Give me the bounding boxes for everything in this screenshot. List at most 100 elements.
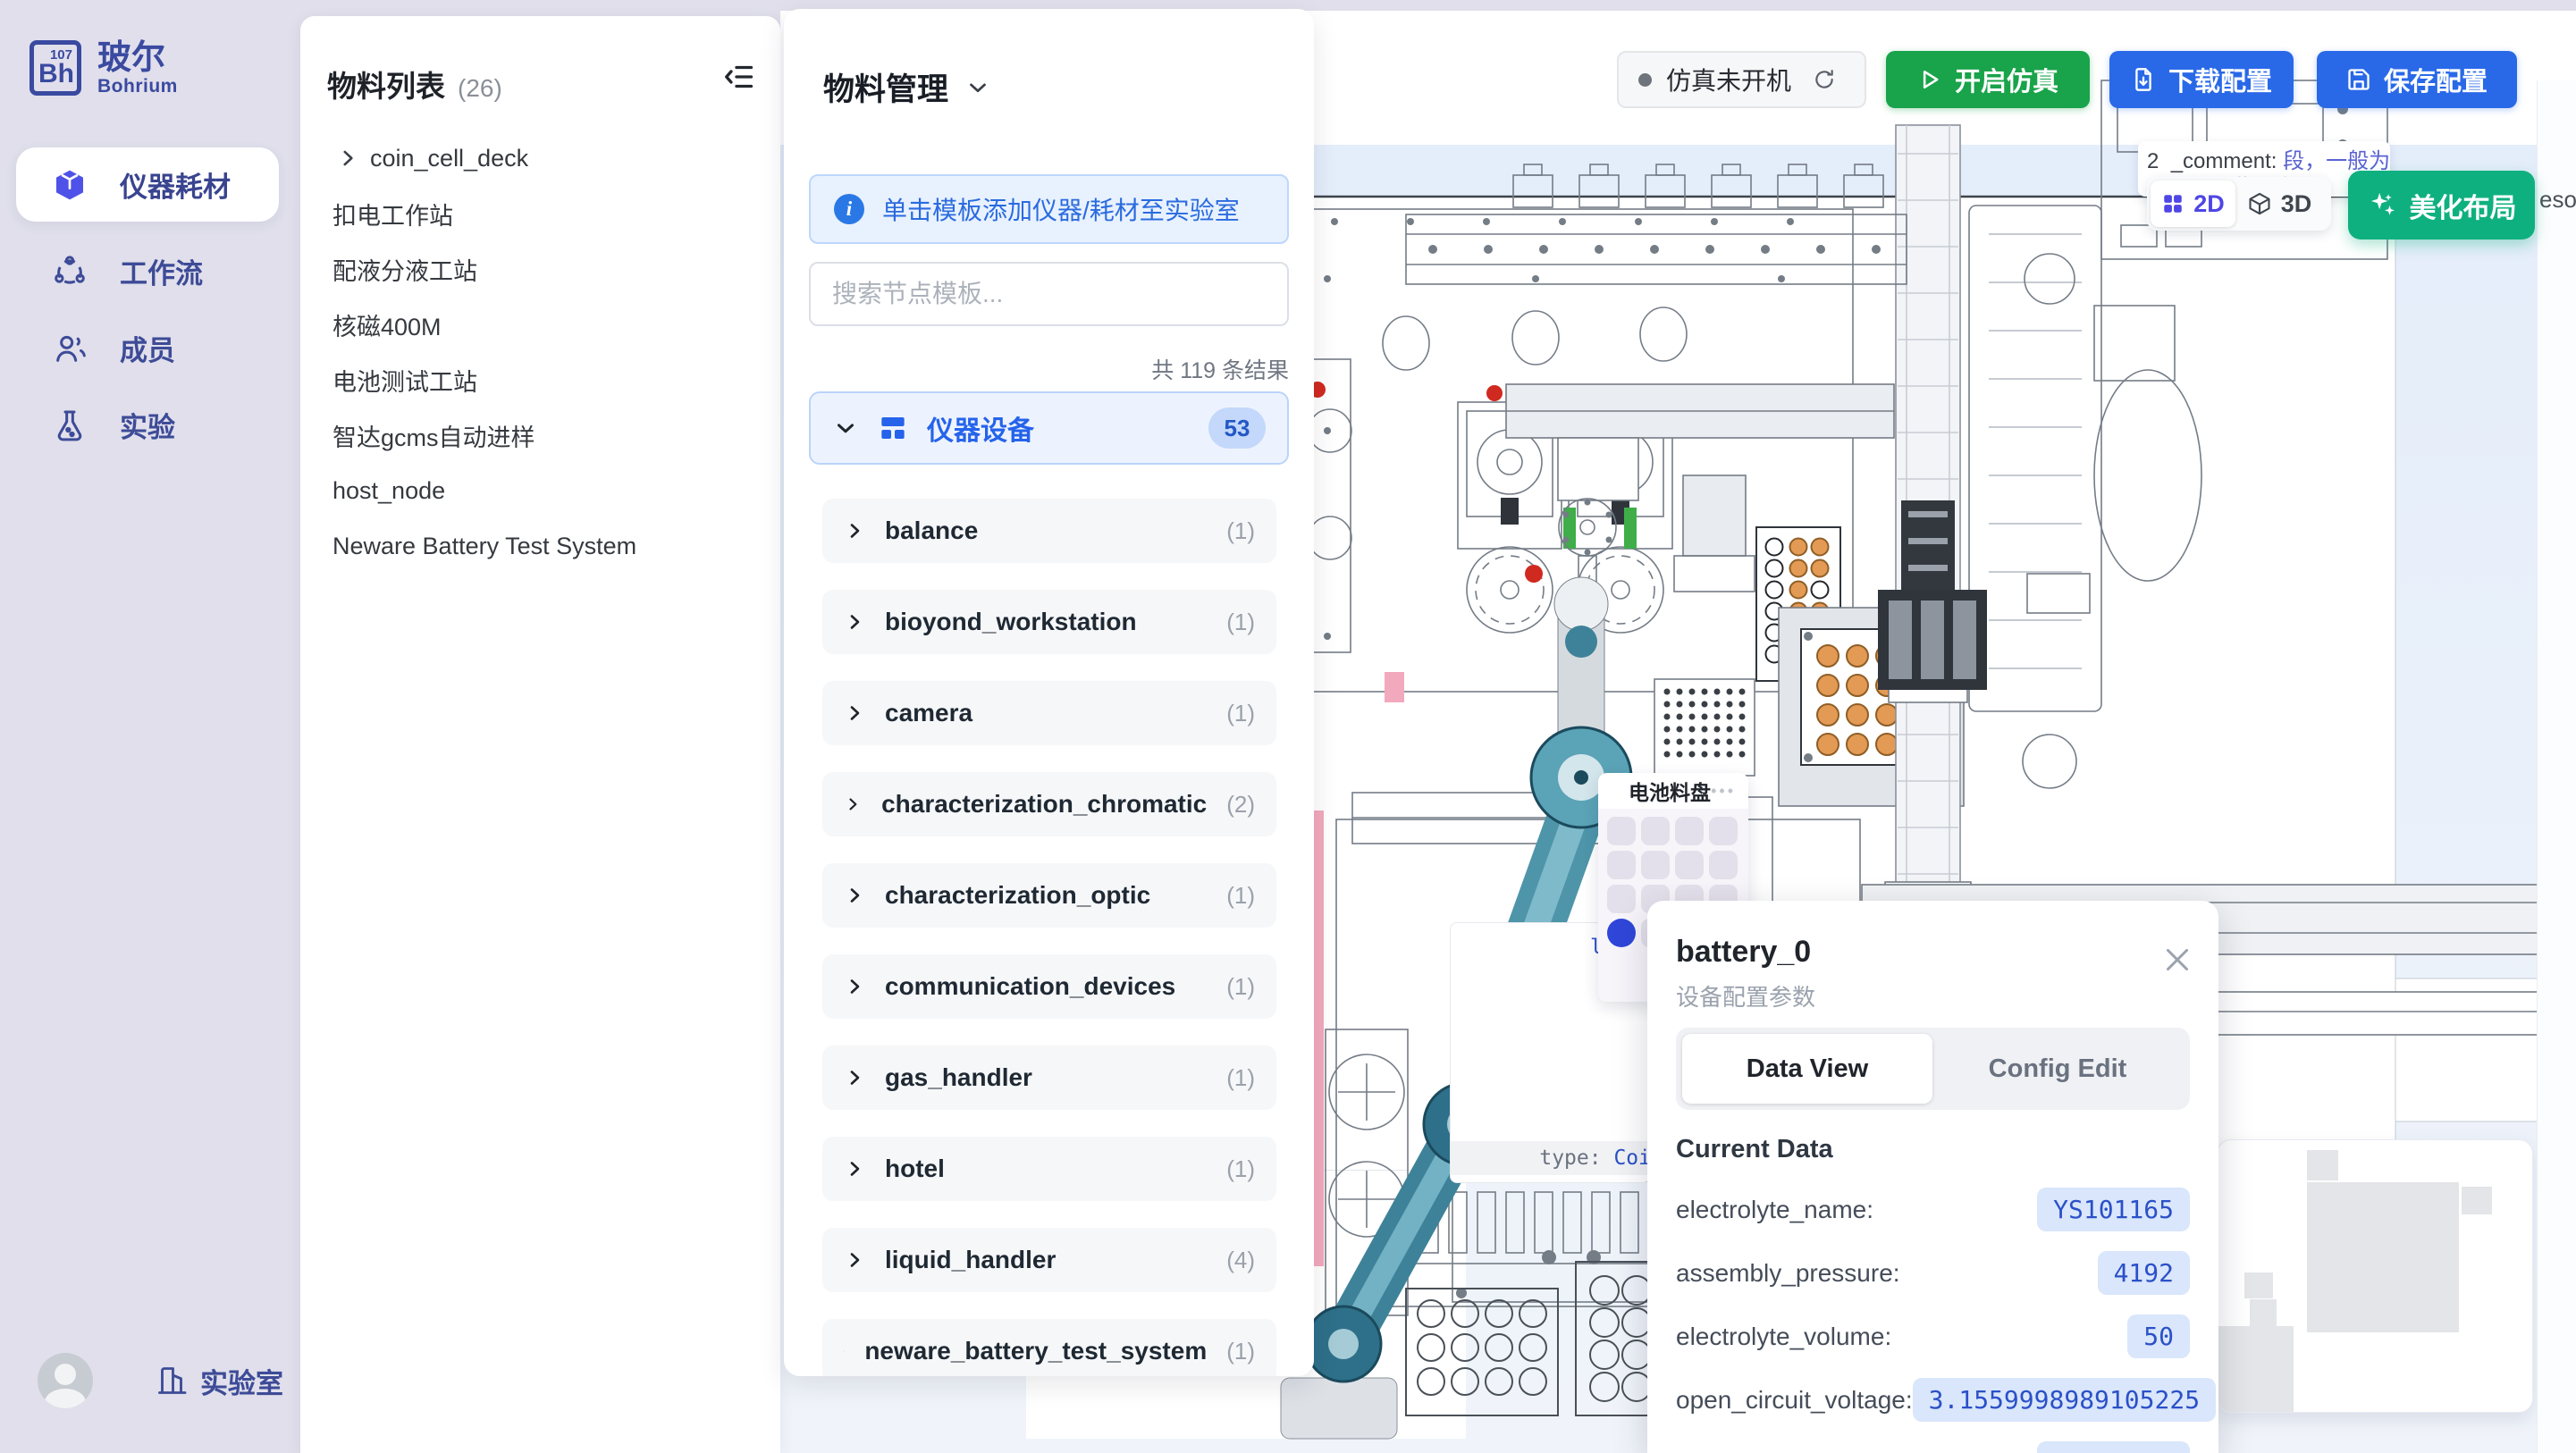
tray-slot[interactable]	[1675, 851, 1704, 879]
tree-item-5[interactable]: host_node	[300, 463, 780, 518]
logo-name-en: Bohrium	[97, 76, 178, 97]
tray-menu-icon[interactable]: •••	[1711, 782, 1736, 801]
template-item-3[interactable]: characterization_chromatic (2)	[822, 772, 1276, 836]
field-value[interactable]: YS101165	[2037, 1188, 2190, 1231]
chevron-right-icon	[844, 702, 865, 724]
group-instruments[interactable]: 仪器设备 53	[809, 391, 1289, 465]
workflow-icon	[52, 254, 88, 290]
field-label: electrolyte_volume:	[1676, 1323, 1891, 1351]
view-mode-toggle: 2D 3D	[2147, 177, 2331, 231]
field-label: open_circuit_voltage:	[1676, 1386, 1913, 1415]
tree-item-1[interactable]: 配液分液工站	[300, 241, 780, 297]
field-row-2: electrolyte_volume: 50	[1676, 1305, 2190, 1368]
field-value[interactable]: 4192	[2098, 1251, 2190, 1295]
field-value[interactable]: 3.1559998989105225	[1913, 1378, 2216, 1422]
template-item-2[interactable]: camera (1)	[822, 681, 1276, 745]
lab-switcher[interactable]: 实验室	[156, 1361, 283, 1401]
field-row-3: open_circuit_voltage: 3.1559998989105225	[1676, 1368, 2190, 1432]
tray-slot[interactable]	[1607, 885, 1636, 913]
tray-slot[interactable]	[1641, 851, 1670, 879]
tray-slot[interactable]	[1709, 851, 1738, 879]
members-icon	[52, 331, 88, 366]
sparkles-icon	[2367, 190, 2397, 221]
experiment-icon	[52, 407, 88, 443]
tray-slot[interactable]	[1641, 817, 1670, 845]
right-panel-label-fragment: esou	[2539, 186, 2576, 213]
right-side-panel-edge[interactable]: esou	[2537, 80, 2576, 1453]
app-logo[interactable]: 107 Bh 玻尔 Bohrium	[29, 40, 178, 97]
sidebar-item-workflow[interactable]: 工作流	[16, 234, 279, 308]
avatar[interactable]	[38, 1353, 93, 1408]
start-simulation-button[interactable]: 开启仿真	[1886, 51, 2090, 108]
sidebar-item-experiments[interactable]: 实验	[16, 388, 279, 462]
chevron-right-icon[interactable]	[336, 147, 359, 170]
download-config-button[interactable]: 下载配置	[2109, 51, 2294, 108]
template-item-9[interactable]: neware_battery_test_system (1)	[822, 1319, 1276, 1376]
field-label: data_electrolyte_code:	[1676, 1449, 1928, 1453]
chevron-right-icon	[844, 1249, 865, 1271]
field-row-0: electrolyte_name: YS101165	[1676, 1178, 2190, 1241]
result-count: 共 119 条结果	[784, 353, 1289, 385]
chevron-right-icon	[844, 611, 865, 633]
status-dot-icon	[1638, 73, 1652, 87]
tray-slot[interactable]	[1607, 817, 1636, 845]
template-item-5[interactable]: communication_devices (1)	[822, 954, 1276, 1019]
collapse-panel-icon[interactable]	[723, 61, 755, 93]
material-tree: coin_cell_deck 扣电工作站 配液分液工站 核磁400M 电池测试工…	[300, 130, 780, 574]
close-icon[interactable]	[2161, 944, 2193, 976]
save-config-button[interactable]: 保存配置	[2317, 51, 2517, 108]
building-icon	[156, 1365, 188, 1397]
tray-slot[interactable]	[1607, 851, 1636, 879]
beautify-layout-button[interactable]: 美化布局	[2348, 171, 2535, 239]
template-item-8[interactable]: liquid_handler (4)	[822, 1228, 1276, 1292]
template-item-4[interactable]: characterization_optic (1)	[822, 863, 1276, 928]
refresh-icon[interactable]	[1813, 68, 1836, 91]
logo-name-zh: 玻尔	[97, 40, 178, 76]
field-value[interactable]: 50	[2127, 1314, 2190, 1358]
panel-title-dropdown[interactable]: 物料管理	[823, 64, 991, 110]
simulation-status-pill[interactable]: 仿真未开机	[1617, 51, 1866, 108]
sidebar-item-members[interactable]: 成员	[16, 311, 279, 385]
tab-data-view[interactable]: Data View	[1682, 1034, 1932, 1104]
material-management-panel: 物料管理 i 单击模板添加仪器/耗材至实验室 共 119 条结果 仪器设备 53…	[784, 9, 1314, 1376]
field-value[interactable]: LG000014	[2037, 1441, 2190, 1453]
chevron-right-icon	[844, 1067, 865, 1088]
minimap-shape	[2250, 1299, 2277, 1326]
chevron-right-icon	[844, 1158, 865, 1180]
sidebar-item-instruments[interactable]: 仪器耗材	[16, 147, 279, 222]
tray-slot-selected-battery[interactable]	[1607, 919, 1636, 947]
template-item-7[interactable]: hotel (1)	[822, 1137, 1276, 1201]
template-item-1[interactable]: bioyond_workstation (1)	[822, 590, 1276, 654]
tree-item-0[interactable]: 扣电工作站	[300, 186, 780, 241]
tray-slot[interactable]	[1709, 817, 1738, 845]
tree-item-6[interactable]: Neware Battery Test System	[300, 518, 780, 574]
popup-tabs: Data View Config Edit	[1676, 1028, 2190, 1110]
field-row-1: assembly_pressure: 4192	[1676, 1241, 2190, 1305]
current-data-heading: Current Data	[1676, 1135, 1833, 1164]
minimap-shape	[2462, 1187, 2492, 1214]
tree-item-coin-cell-deck[interactable]: coin_cell_deck	[300, 130, 780, 186]
template-item-6[interactable]: gas_handler (1)	[822, 1046, 1276, 1110]
template-item-0[interactable]: balance (1)	[822, 499, 1276, 563]
info-banner: i 单击模板添加仪器/耗材至实验室	[809, 174, 1289, 244]
sidebar: 107 Bh 玻尔 Bohrium 仪器耗材 工作流 成员 实验	[0, 0, 295, 1453]
play-icon	[1917, 67, 1942, 92]
sidebar-footer: 实验室	[0, 1340, 295, 1421]
tree-item-4[interactable]: 智达gcms自动进样	[300, 407, 780, 463]
device-config-popup: battery_0 设备配置参数 Data View Config Edit C…	[1647, 901, 2218, 1453]
tree-item-2[interactable]: 核磁400M	[300, 297, 780, 352]
field-row-4: data_electrolyte_code: LG000014	[1676, 1432, 2190, 1453]
tab-config-edit[interactable]: Config Edit	[1932, 1034, 2183, 1104]
toggle-3d[interactable]: 3D	[2235, 181, 2323, 227]
popup-subtitle: 设备配置参数	[1676, 979, 1815, 1012]
cube-icon	[52, 167, 88, 203]
minimap[interactable]	[2217, 1139, 2533, 1413]
material-list-panel: 物料列表 (26) coin_cell_deck 扣电工作站 配液分液工站	[300, 16, 780, 1453]
tray-slot[interactable]	[1675, 817, 1704, 845]
popup-field-list: electrolyte_name: YS101165 assembly_pres…	[1676, 1178, 2190, 1453]
chevron-right-icon	[844, 520, 865, 542]
search-input[interactable]	[809, 262, 1289, 326]
chevron-right-icon	[844, 1340, 845, 1362]
toggle-2d[interactable]: 2D	[2151, 181, 2235, 227]
tree-item-3[interactable]: 电池测试工站	[300, 352, 780, 407]
